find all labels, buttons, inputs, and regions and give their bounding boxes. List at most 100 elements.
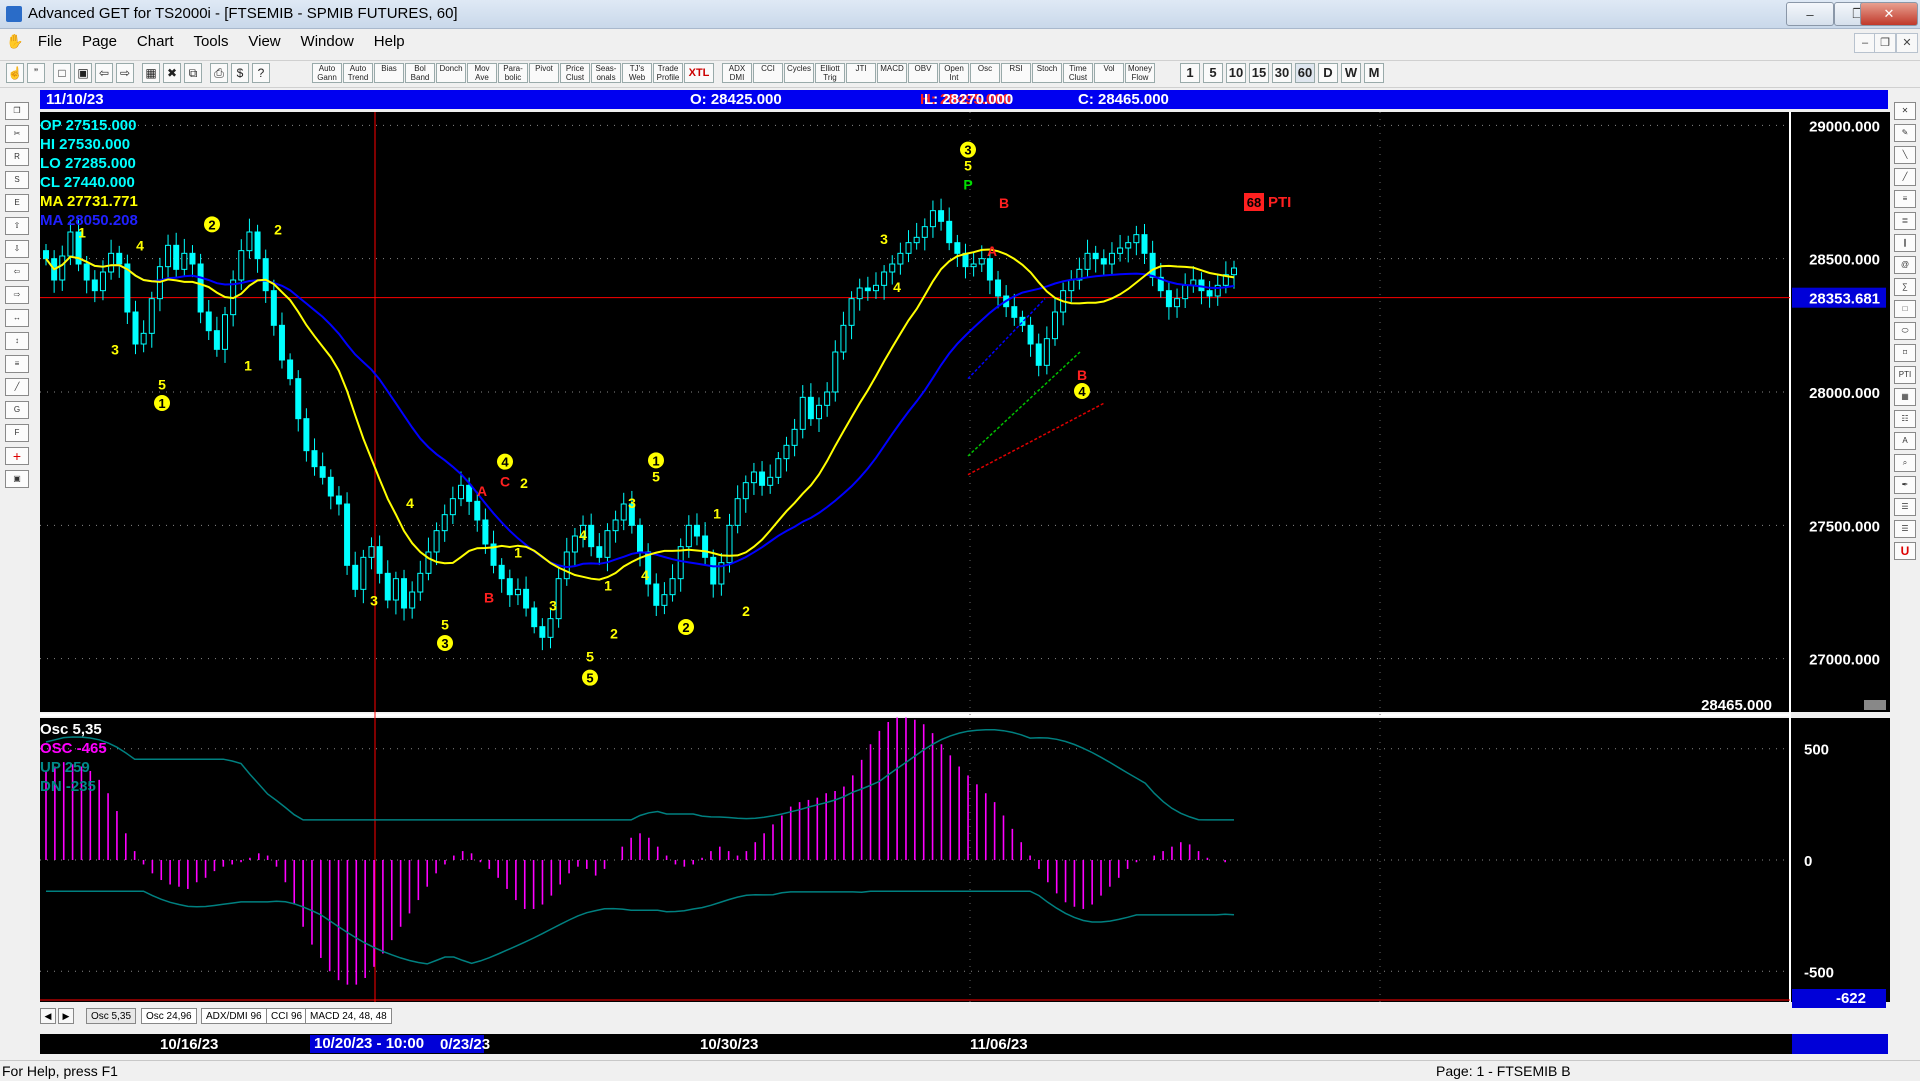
candle-body xyxy=(173,244,180,270)
indicator-tabs: ◀ ▶ Osc 5,35 Osc 24,96 ADX/DMI 96 CCI 96… xyxy=(40,1006,1440,1026)
elliott-wave-label: B xyxy=(999,195,1009,211)
candle-body xyxy=(1141,234,1148,254)
candle-body xyxy=(759,471,766,486)
candle-body xyxy=(360,556,367,590)
osc-axis-label: -500 xyxy=(1804,964,1834,981)
candle-body xyxy=(523,588,530,609)
ohlc-lo: LO 27285.000 xyxy=(40,155,136,172)
elliott-wave-label: 2 xyxy=(274,222,282,238)
candle-body xyxy=(685,524,692,548)
tab-adx-dmi[interactable]: ADX/DMI 96 xyxy=(201,1008,267,1024)
candle-body xyxy=(140,332,147,345)
candle-body xyxy=(702,535,709,558)
elliott-wave-label: 4 xyxy=(893,279,901,295)
candle-body xyxy=(750,471,757,484)
candle-body xyxy=(1206,290,1213,297)
price-axis-label: 29000.000 xyxy=(1809,118,1880,135)
candle-body xyxy=(1125,242,1132,249)
candle-body xyxy=(262,258,269,292)
elliott-wave-label: 5 xyxy=(158,376,166,392)
candle-body xyxy=(1182,284,1189,300)
candle-body xyxy=(197,263,204,313)
candle-body xyxy=(978,258,985,265)
candle-body xyxy=(409,591,416,609)
time-label: 11/06/23 xyxy=(970,1036,1028,1053)
elliott-wave-label: 5 xyxy=(586,648,594,664)
osc-axis-label: 500 xyxy=(1804,742,1829,759)
osc-current-label: -622 xyxy=(1836,990,1866,1007)
candle-body xyxy=(840,324,847,353)
candle-body xyxy=(832,351,839,393)
osc-dn: DN -235 xyxy=(40,778,96,795)
tab-prev-button[interactable]: ◀ xyxy=(40,1008,56,1024)
candle-body xyxy=(921,226,928,238)
elliott-wave-label: 1 xyxy=(514,544,522,560)
candle-body xyxy=(108,252,115,273)
candle-body xyxy=(254,231,261,260)
elliott-wave-label: 3 xyxy=(370,592,378,608)
tab-osc-24-96[interactable]: Osc 24,96 xyxy=(141,1008,197,1024)
elliott-wave-label: 2 xyxy=(742,603,750,619)
candle-body xyxy=(897,252,904,265)
candle-body xyxy=(165,244,172,268)
candle-body xyxy=(970,263,977,268)
elliott-wave-label: 4 xyxy=(641,567,649,583)
elliott-wave-label: 4 xyxy=(406,495,414,511)
candle-body xyxy=(791,428,798,446)
osc-axis-label: 0 xyxy=(1804,853,1812,870)
candle-body xyxy=(531,607,538,628)
price-axis-label: 28000.000 xyxy=(1809,385,1880,402)
candle-body xyxy=(91,279,98,292)
elliott-wave-label: 5 xyxy=(441,616,449,632)
candle-body xyxy=(1108,252,1115,265)
time-label: 10/16/23 xyxy=(160,1036,219,1053)
elliott-wave-label: 3 xyxy=(111,342,119,358)
tab-cci[interactable]: CCI 96 xyxy=(266,1008,308,1024)
elliott-wave-label: 4 xyxy=(501,455,509,470)
candle-body xyxy=(392,578,399,601)
pti-value: 68 xyxy=(1247,195,1261,210)
crosshair-price-label: 28353.681 xyxy=(1809,291,1880,308)
chart-area[interactable]: 29000.000 28500.000 28000.000 27500.000 2700… xyxy=(0,0,1920,1060)
candle-body xyxy=(417,572,424,593)
candle-body xyxy=(986,258,993,281)
candle-body xyxy=(116,252,123,265)
candle-body xyxy=(401,578,408,609)
candle-body xyxy=(726,524,733,564)
candle-body xyxy=(693,524,700,537)
elliott-wave-label: 2 xyxy=(208,217,215,232)
candle-body xyxy=(205,311,212,332)
candle-body xyxy=(466,484,473,502)
candle-body xyxy=(1011,306,1018,318)
elliott-wave-label: 2 xyxy=(520,475,528,491)
candle-body xyxy=(1149,252,1156,278)
candle-body xyxy=(604,530,611,558)
candle-body xyxy=(816,404,823,420)
tab-macd[interactable]: MACD 24, 48, 48 xyxy=(305,1008,392,1024)
ohlc-ma-fast: MA 27731.771 xyxy=(40,193,138,210)
candle-body xyxy=(783,444,790,460)
candle-body xyxy=(1100,258,1107,265)
price-axis-label: 27500.000 xyxy=(1809,518,1880,535)
candle-body xyxy=(327,476,334,497)
ohlc-cl: CL 27440.000 xyxy=(40,174,135,191)
elliott-wave-label: 2 xyxy=(682,620,689,635)
elliott-wave-label: B xyxy=(1077,367,1087,383)
tab-next-button[interactable]: ▶ xyxy=(58,1008,74,1024)
price-axis-label: 27000.000 xyxy=(1809,652,1880,669)
candle-body xyxy=(59,255,66,281)
candle-body xyxy=(1117,247,1124,254)
candle-body xyxy=(1068,279,1075,292)
elliott-wave-label: 3 xyxy=(964,143,971,158)
candle-body xyxy=(433,530,440,553)
candle-body xyxy=(881,271,888,286)
tab-osc-5-35[interactable]: Osc 5,35 xyxy=(86,1008,137,1024)
osc-value: OSC -465 xyxy=(40,740,107,757)
candle-body xyxy=(1092,252,1099,260)
time-axis-end-marker xyxy=(1792,1034,1888,1054)
candle-body xyxy=(775,458,782,478)
elliott-wave-label: 3 xyxy=(549,598,557,614)
elliott-wave-label: 5 xyxy=(652,468,660,484)
candle-body xyxy=(995,279,1002,297)
candle-body xyxy=(344,503,351,566)
